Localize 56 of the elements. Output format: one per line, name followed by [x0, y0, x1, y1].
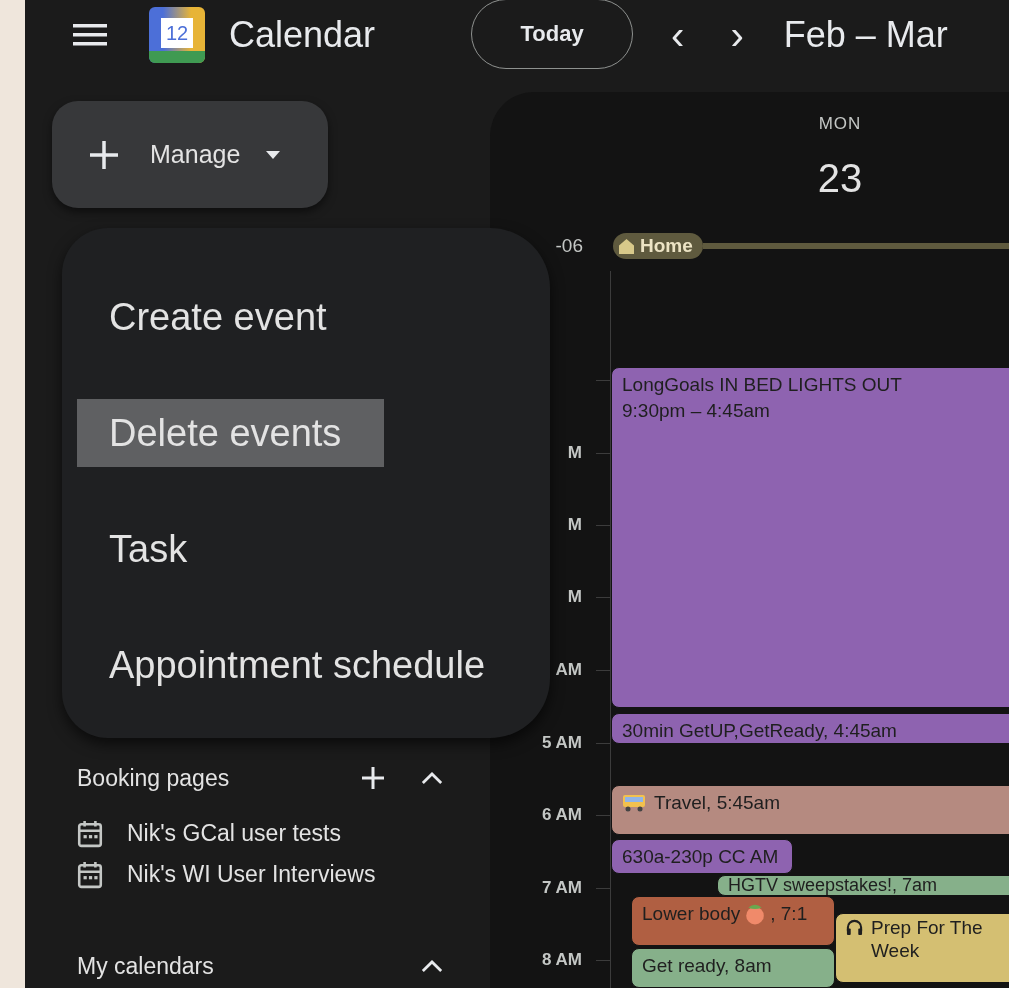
peach-icon	[744, 903, 767, 925]
menu-item[interactable]: Task	[77, 515, 220, 583]
section-title: My calendars	[77, 952, 215, 980]
hour-label: AM	[555, 660, 582, 680]
bus-icon	[622, 794, 646, 812]
calendar-logo: 12	[149, 7, 205, 63]
date-range: Feb – Mar	[783, 14, 948, 56]
event-title: Lower body	[642, 902, 741, 926]
calendar-event[interactable]: 630a-230p CC AM	[611, 839, 793, 874]
previous-button[interactable]: ‹	[663, 12, 693, 58]
event-time: , 7:1	[770, 902, 808, 926]
booking-page-link[interactable]: Nik's GCal user tests	[127, 820, 341, 847]
add-icon[interactable]	[361, 766, 385, 790]
calendar-event[interactable]: LongGoals IN BED LIGHTS OUT 9:30pm – 4:45am	[611, 367, 1009, 708]
event-title: Prep For The Week	[871, 916, 984, 962]
hour-label: 5 AM	[542, 733, 582, 753]
calendar-event[interactable]: 30min GetUP,GetReady, 4:45am	[611, 713, 1009, 744]
chevron-icon[interactable]	[421, 959, 443, 973]
hour-label: 8 AM	[542, 950, 582, 970]
event-title: 630a-230p CC AM	[622, 845, 779, 869]
calendar-event[interactable]: Lower body , 7:1	[631, 896, 835, 946]
menu-item[interactable]: Appointment schedule	[77, 631, 518, 699]
event-title: LongGoals IN BED LIGHTS OUT	[622, 373, 902, 397]
menu-item[interactable]: Delete events	[77, 399, 385, 467]
event-time: 9:30pm – 4:45am	[622, 399, 771, 423]
calendar-event[interactable]: Travel, 5:45am	[611, 785, 1009, 835]
weekday-label: MON	[818, 114, 862, 134]
location-chip[interactable]: Home	[613, 233, 703, 259]
home-icon	[619, 238, 634, 254]
caret-icon	[266, 150, 281, 159]
section-title: Booking pages	[77, 764, 231, 792]
menu-item[interactable]: Create event	[77, 283, 359, 351]
headphones-icon	[846, 919, 863, 936]
hour-label: M	[567, 587, 582, 607]
date-number[interactable]: 23	[817, 156, 863, 201]
menu-icon[interactable]	[73, 23, 107, 47]
next-button[interactable]: ›	[722, 12, 752, 58]
event-title: Get ready, 8am	[642, 954, 772, 978]
calendar-icon	[77, 819, 103, 848]
calendar-event[interactable]: Prep For The Week	[835, 913, 1009, 983]
booking-page-link[interactable]: Nik's WI User Interviews	[127, 861, 376, 888]
calendar-event[interactable]: Get ready, 8am	[631, 948, 835, 988]
hour-label: M	[567, 515, 582, 535]
hour-label: M	[567, 443, 582, 463]
plus-icon	[88, 138, 120, 171]
app-title: Calendar	[229, 14, 376, 56]
hour-label: 7 AM	[542, 878, 582, 898]
timezone-label: -06	[554, 235, 583, 257]
event-title: 30min GetUP,GetReady, 4:45am	[622, 719, 897, 743]
create-button[interactable]: Manage	[52, 101, 328, 208]
calendar-icon	[77, 860, 103, 889]
chevron-icon[interactable]	[421, 771, 443, 785]
event-title: Travel, 5:45am	[654, 791, 780, 815]
calendar-event[interactable]: HGTV sweepstakes!, 7am	[717, 875, 1009, 896]
event-title: HGTV sweepstakes!, 7am	[728, 876, 938, 895]
hour-label: 6 AM	[542, 805, 582, 825]
